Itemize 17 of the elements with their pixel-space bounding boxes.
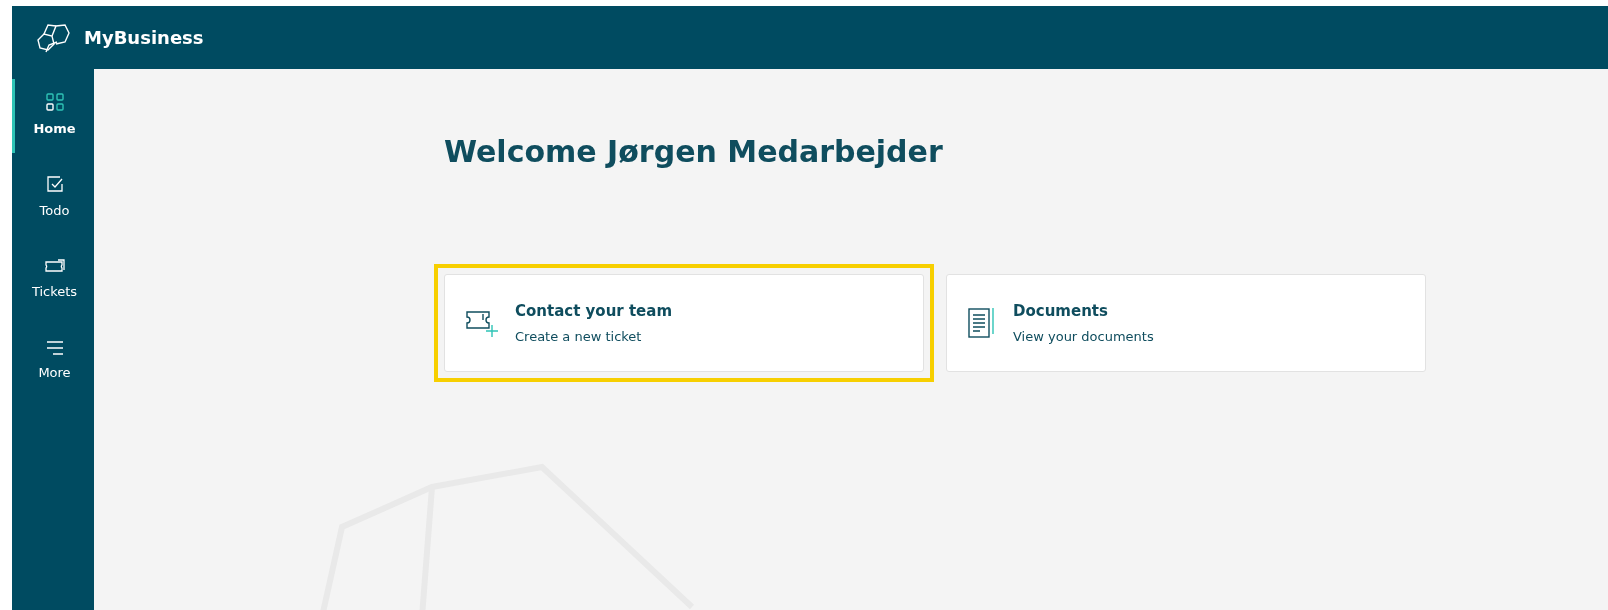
nav-item[interactable]: Tickets: [12, 243, 94, 317]
grid-icon: [45, 93, 64, 112]
menu-icon: [45, 341, 64, 356]
welcome-heading: Welcome Jørgen Medarbejder: [444, 133, 944, 171]
card-title: Documents: [1013, 300, 1109, 322]
shortcut-card[interactable]: Contact your team Create a new ticket: [444, 274, 924, 372]
shortcut-card[interactable]: Documents View your documents: [946, 274, 1426, 372]
nav-item[interactable]: More: [12, 325, 94, 399]
brand-name: MyBusiness: [84, 26, 204, 50]
document-icon: [967, 306, 997, 340]
nav-item[interactable]: Todo: [12, 161, 94, 235]
ticket-icon: [43, 258, 66, 275]
card-subtitle: View your documents: [1013, 328, 1154, 346]
card-title: Contact your team: [515, 300, 673, 322]
card-subtitle: Create a new ticket: [515, 328, 643, 346]
checkbox-icon: [45, 175, 64, 194]
ticket-plus-icon: [465, 308, 499, 338]
